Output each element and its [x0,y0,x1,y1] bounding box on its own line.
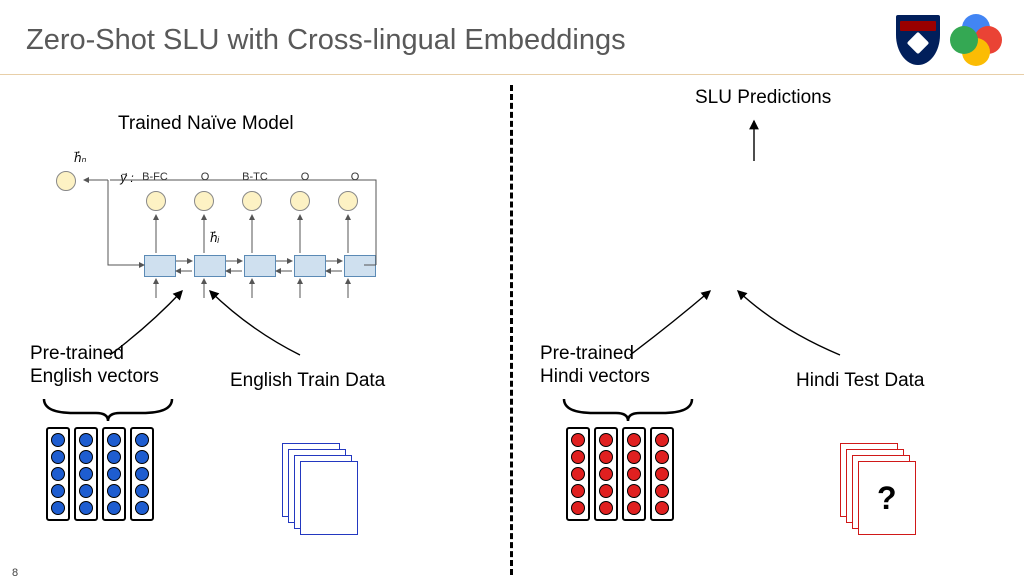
english-train-data-label: English Train Data [230,370,385,392]
trained-model-label: Trained Naïve Model [118,113,294,135]
hindi-vectors-label: Pre-trained Hindi vectors [540,343,650,389]
english-vector-stack [46,427,154,521]
logo-group [896,14,1002,66]
google-knot-icon [950,14,1002,66]
hindi-vector-stack [566,427,674,521]
slide-title: Zero-Shot SLU with Cross-lingual Embeddi… [26,24,896,57]
english-vectors-label: Pre-trained English vectors [30,343,159,389]
question-mark: ? [877,480,897,517]
hindi-brace-icon [560,395,696,423]
up-arrow-icon [734,115,774,165]
right-input-arrows [620,285,900,365]
english-brace-icon [40,395,176,423]
slu-predictions-label: SLU Predictions [695,87,831,109]
slide-content: Trained Naïve Model h⃗ₙ y⃗ : B-FC O B-TC… [0,75,1024,583]
vertical-divider [510,85,513,575]
title-bar: Zero-Shot SLU with Cross-lingual Embeddi… [0,0,1024,75]
page-number: 8 [12,567,18,579]
penn-shield-icon [896,15,940,65]
hindi-test-data-label: Hindi Test Data [796,370,925,392]
